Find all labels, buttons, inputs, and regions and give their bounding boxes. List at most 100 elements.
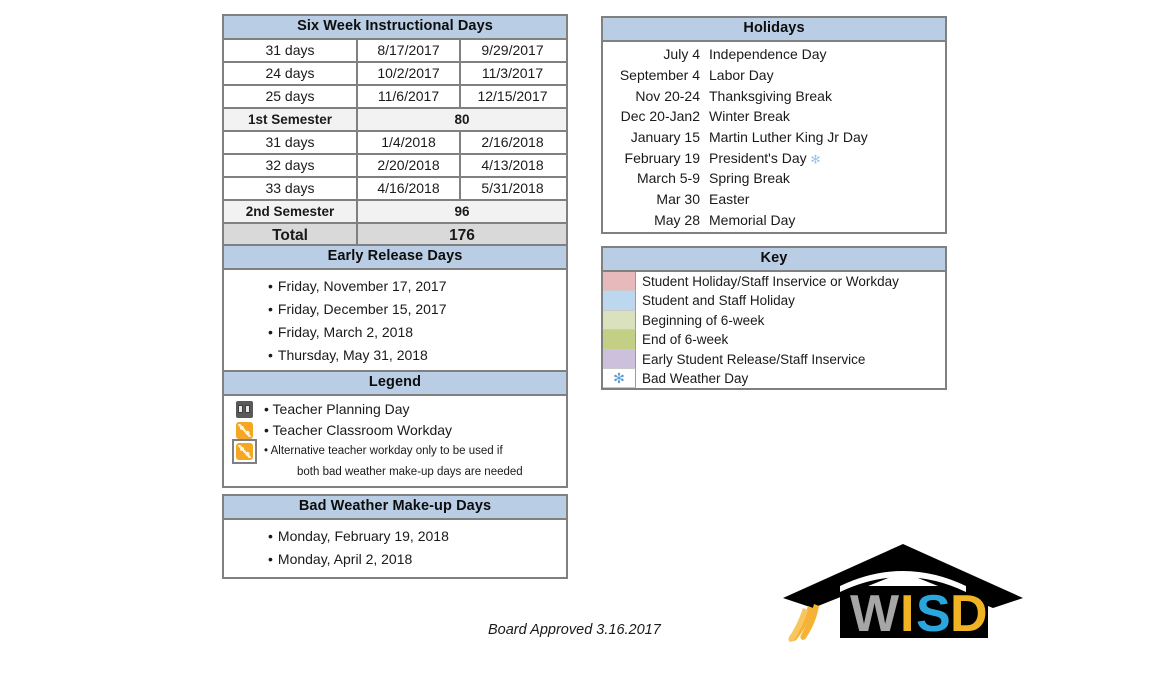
tassel-icon [788,604,819,642]
legend-panel-title: Legend [224,372,566,396]
alternative-workday-icon-box [231,438,257,464]
holiday-name-text: President's Day [709,149,807,166]
table-row: 31 days 1/4/2018 2/16/2018 [224,132,566,155]
bullet-icon: • [268,551,273,567]
holiday-name: Memorial Day [709,211,796,228]
holiday-date: July 4 [663,46,700,63]
alternative-teacher-workday-icon [235,442,253,460]
key-color-swatch [603,330,636,350]
list-item: • Thursday, May 31, 2018 [224,344,566,367]
early-release-days-panel: Early Release Days • Friday, November 17,… [222,244,568,375]
list-item: • Teacher Planning Day [224,399,566,419]
bullet-icon: • [264,445,269,457]
legend-icon-slot [224,421,264,439]
list-item: ✻ Bad Weather Day [603,368,945,389]
bullet-icon: • [268,301,273,317]
list-item: Student and Staff Holiday [603,291,945,311]
list-item: July 4 Independence Day [603,44,945,65]
holiday-date: Mar 30 [656,191,700,208]
key-list: Student Holiday/Staff Inservice or Workd… [603,272,945,389]
list-item: May 28 Memorial Day [603,210,945,231]
list-item: February 19 President's Day ✻ [603,147,945,168]
holidays-panel: Holidays July 4 Independence Day Septemb… [601,16,947,235]
legend-icon-slot [224,438,264,464]
holiday-name: Easter [709,191,750,208]
list-item: September 4 Labor Day [603,65,945,86]
list-item: Nov 20-24 Thanksgiving Break [603,85,945,106]
six-week-end-date: 11/3/2017 [481,65,544,81]
early-release-date: Friday, March 2, 2018 [277,324,414,340]
bad-weather-makeup-days-panel: Bad Weather Make-up Days • Monday, Februa… [222,494,568,579]
list-item: End of 6-week [603,330,945,350]
bad-weather-date: Monday, February 19, 2018 [277,528,449,544]
six-week-days: 24 days [224,63,358,84]
logo-letter-s: S [916,585,951,643]
holiday-date: February 19 [624,149,700,166]
six-week-rows: 31 days 8/17/2017 9/29/2017 24 days 10/2… [224,40,566,247]
legend-label: Alternative teacher workday only to be u… [270,445,503,457]
snowflake-icon: ✻ [613,370,625,387]
logo-letter-d: D [950,585,988,643]
list-item: • Friday, December 15, 2017 [224,298,566,321]
key-color-swatch: ✻ [603,368,636,389]
six-week-start-date: 2/20/2018 [358,155,461,176]
holiday-name: Labor Day [709,67,774,84]
holidays-panel-title: Holidays [603,18,945,42]
first-semester-row: 1st Semester 80 [224,109,566,132]
first-semester-value: 80 [454,112,470,127]
wisd-logo: W I S D [778,536,1028,661]
legend-text: • Teacher Classroom Workday [264,420,452,440]
six-week-days: 32 days [224,155,358,176]
holiday-date: March 5-9 [636,170,700,187]
holiday-date: Nov 20-24 [635,87,700,104]
second-semester-row: 2nd Semester 96 [224,201,566,224]
early-release-list: • Friday, November 17, 2017 • Friday, Dece… [224,270,566,373]
six-week-end-date: 5/31/2018 [481,180,544,196]
key-label: End of 6-week [642,332,729,348]
holiday-name: President's Day ✻ [709,150,945,166]
legend-label: Teacher Classroom Workday [272,422,453,438]
key-panel-title: Key [603,248,945,272]
six-week-days: 25 days [224,86,358,107]
six-week-start-date: 4/16/2018 [358,178,461,199]
early-release-date: Friday, December 15, 2017 [277,301,447,317]
table-row: 33 days 4/16/2018 5/31/2018 [224,178,566,201]
bullet-icon: • [264,422,269,438]
six-week-panel-title: Six Week Instructional Days [224,16,566,40]
wisd-logo-svg: W I S D [783,544,1023,643]
list-item: • Teacher Classroom Workday [224,420,566,440]
list-item: • Monday, February 19, 2018 [224,525,566,548]
six-week-days: 33 days [224,178,358,199]
list-item: Early Student Release/Staff Inservice [603,349,945,369]
six-week-end-date: 9/29/2017 [481,42,544,58]
legend-panel: Legend • Teacher Planning Day • Teacher … [222,370,568,488]
legend-icon-slot [224,400,264,418]
legend-label: Teacher Planning Day [272,401,410,417]
key-panel: Key Student Holiday/Staff Inservice or W… [601,246,947,391]
table-row: 24 days 10/2/2017 11/3/2017 [224,63,566,86]
bullet-icon: • [264,401,269,417]
list-item: January 15 Martin Luther King Jr Day [603,127,945,148]
holiday-date: September 4 [619,67,700,84]
early-release-panel-title: Early Release Days [224,246,566,270]
holiday-name: Spring Break [709,170,790,187]
board-approved-text: Board Approved 3.16.2017 [488,622,661,638]
snowflake-icon: ✻ [810,151,821,166]
bullet-icon: • [268,278,273,294]
list-item: • Friday, March 2, 2018 [224,321,566,344]
holiday-name: Independence Day [709,46,827,63]
list-item: Dec 20-Jan2 Winter Break [603,106,945,127]
table-row: 31 days 8/17/2017 9/29/2017 [224,40,566,63]
list-item: Beginning of 6-week [603,310,945,331]
table-row: 32 days 2/20/2018 4/13/2018 [224,155,566,178]
list-item: Student Holiday/Staff Inservice or Workd… [603,272,945,292]
key-color-swatch [603,272,636,292]
logo-letter-i: I [900,585,914,643]
teacher-classroom-workday-icon [235,421,253,439]
six-week-end-date: 12/15/2017 [477,88,548,104]
six-week-days: 31 days [224,132,358,153]
six-week-start-date: 1/4/2018 [358,132,461,153]
legend-list: • Teacher Planning Day • Teacher Classro… [224,396,566,486]
six-week-days: 31 days [224,40,358,61]
list-item: • Monday, April 2, 2018 [224,548,566,571]
